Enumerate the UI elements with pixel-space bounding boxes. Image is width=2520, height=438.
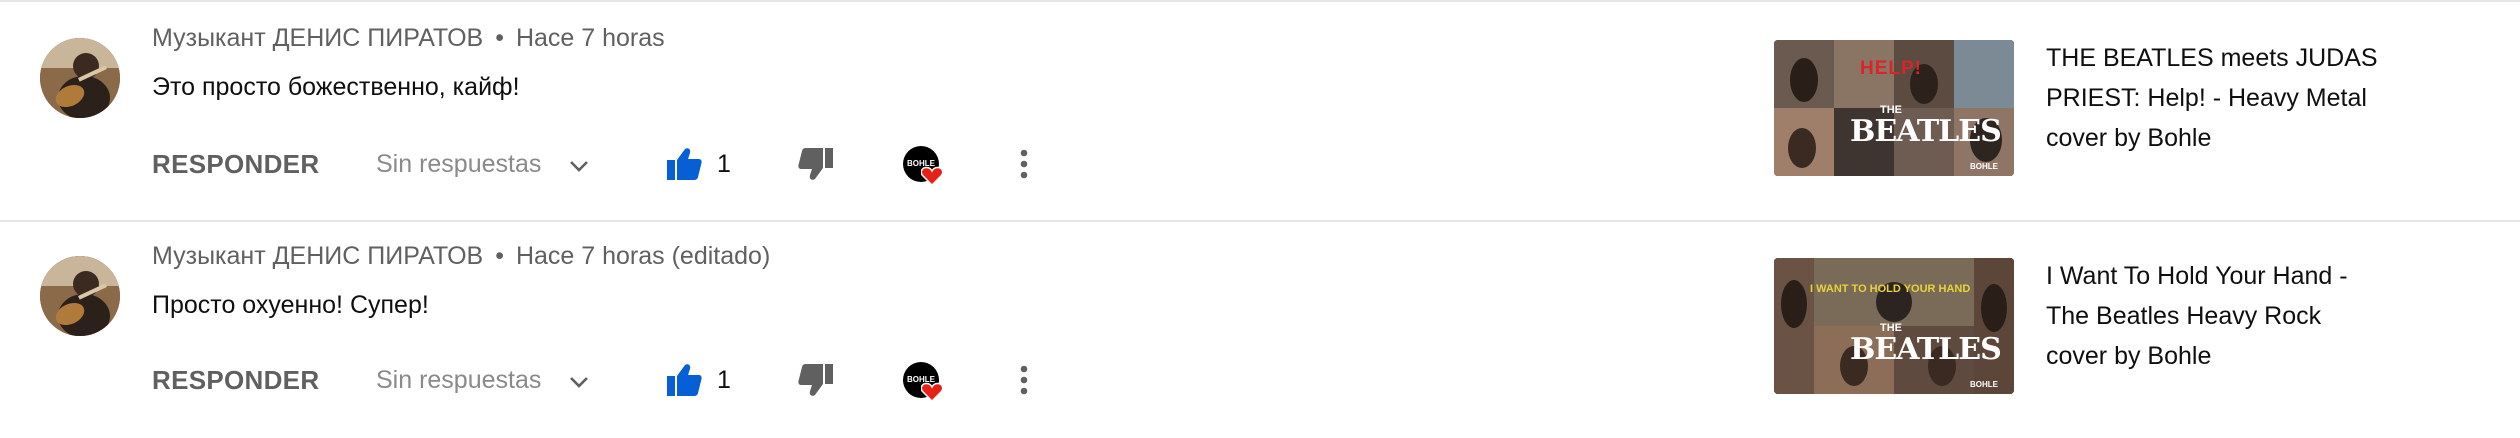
comment-row: Музыкант ДЕНИС ПИРАТОВ • Hace 7 horas Это … (0, 2, 2520, 222)
video-title[interactable]: THE BEATLES meets JUDAS PRIEST: Help! - … (2046, 38, 2406, 158)
video-title[interactable]: I Want To Hold Your Hand - The Beatles H… (2046, 256, 2406, 376)
author-avatar[interactable] (40, 256, 120, 336)
comment-meta: Музыкант ДЕНИС ПИРАТОВ • Hace 7 horas (152, 24, 665, 53)
video-title-line: cover by Bohle (2046, 342, 2212, 370)
video-thumbnail[interactable]: HELP! THE BEATLES BOHLE (1774, 40, 2014, 176)
video-title-line: PRIEST: Help! - Heavy Metal (2046, 84, 2367, 112)
comment-row: Музыкант ДЕНИС ПИРАТОВ • Hace 7 horas (edi… (0, 220, 2520, 438)
thumbs-down-icon[interactable] (798, 363, 834, 397)
creator-heart[interactable]: BOHLE (903, 362, 945, 404)
video-title-line: I Want To Hold Your Hand - (2046, 262, 2348, 290)
meta-separator: • (495, 24, 504, 52)
meta-separator: • (495, 242, 504, 270)
thumbs-up-icon[interactable] (666, 363, 702, 397)
replies-toggle[interactable]: Sin respuestas (376, 350, 590, 410)
reply-button[interactable]: RESPONDER (152, 134, 319, 194)
thumbs-up-icon[interactable] (666, 147, 702, 181)
author-name[interactable]: Музыкант ДЕНИС ПИРАТОВ (152, 242, 483, 270)
reply-button[interactable]: RESPONDER (152, 350, 319, 410)
video-title-line: The Beatles Heavy Rock (2046, 302, 2322, 330)
thumb-corner-text: BOHLE (1970, 162, 1998, 171)
more-vert-icon[interactable] (1014, 362, 1034, 398)
replies-label: Sin respuestas (376, 150, 542, 178)
comment-time[interactable]: Hace 7 horas (editado) (516, 242, 770, 270)
like-count: 1 (717, 150, 731, 178)
thumb-logo-big: BEATLES (1850, 114, 2002, 149)
comment-text: Это просто божественно, кайф! (152, 73, 520, 101)
author-avatar[interactable] (40, 38, 120, 118)
video-thumbnail[interactable]: I WANT TO HOLD YOUR HAND THE BEATLES BOH… (1774, 258, 2014, 394)
author-name[interactable]: Музыкант ДЕНИС ПИРАТОВ (152, 24, 483, 52)
replies-label: Sin respuestas (376, 366, 542, 394)
thumb-corner-text: BOHLE (1970, 380, 1998, 389)
video-title-line: cover by Bohle (2046, 124, 2212, 152)
more-vert-icon[interactable] (1014, 146, 1034, 182)
thumb-top-text: I WANT TO HOLD YOUR HAND (1810, 283, 1971, 295)
thumb-top-text: HELP! (1860, 58, 1922, 79)
video-title-line: THE BEATLES meets JUDAS (2046, 44, 2378, 72)
replies-toggle[interactable]: Sin respuestas (376, 134, 590, 194)
chevron-down-icon (568, 351, 590, 411)
like-count: 1 (717, 366, 731, 394)
thumb-logo-big: BEATLES (1850, 332, 2002, 367)
comment-time[interactable]: Hace 7 horas (516, 24, 665, 52)
heart-icon (920, 166, 944, 187)
comment-text: Просто охуенно! Супер! (152, 291, 429, 319)
creator-heart[interactable]: BOHLE (903, 146, 945, 188)
thumbs-down-icon[interactable] (798, 147, 834, 181)
chevron-down-icon (568, 135, 590, 195)
comment-meta: Музыкант ДЕНИС ПИРАТОВ • Hace 7 horas (edi… (152, 242, 770, 271)
heart-icon (920, 382, 944, 403)
